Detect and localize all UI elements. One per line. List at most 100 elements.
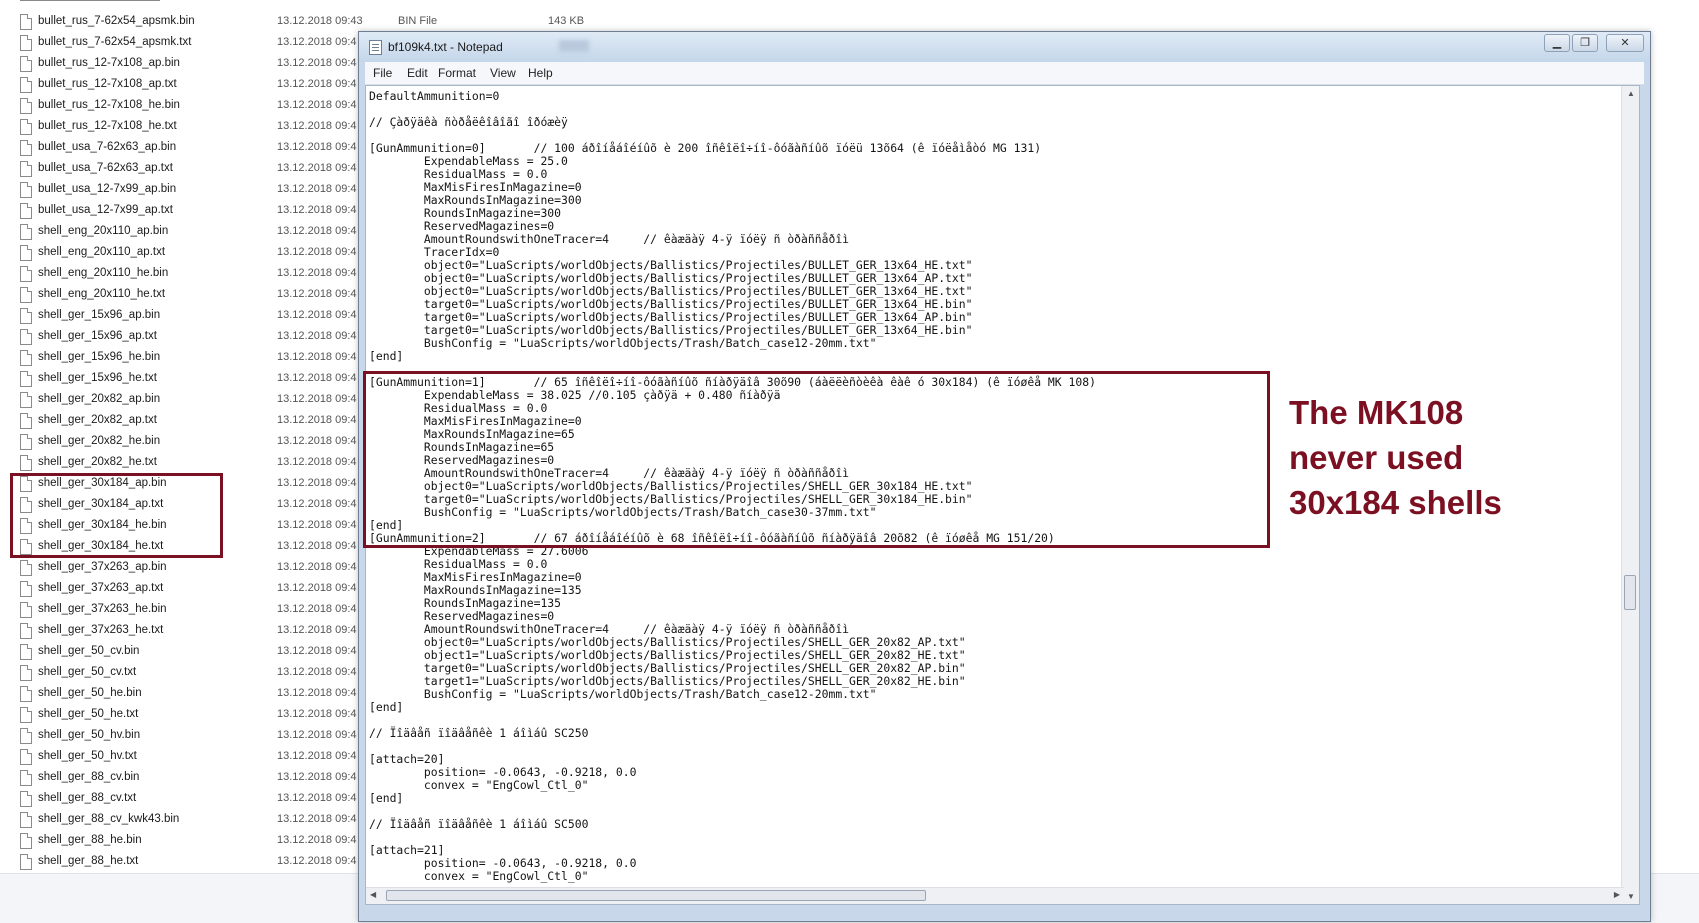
- annotation-line: 30x184 shells: [1289, 484, 1502, 521]
- file-date: 13.12.2018 09:4: [277, 624, 357, 636]
- file-date: 13.12.2018 09:4: [277, 120, 357, 132]
- file-date: 13.12.2018 09:4: [277, 351, 357, 363]
- file-icon: [20, 392, 32, 408]
- file-date: 13.12.2018 09:4: [277, 834, 357, 846]
- file-icon: [20, 707, 32, 723]
- file-icon: [20, 602, 32, 618]
- file-date: 13.12.2018 09:4: [277, 225, 357, 237]
- horizontal-scroll-thumb[interactable]: [386, 890, 926, 901]
- file-row[interactable]: bullet_rus_7-62x54_apsmk.bin 13.12.2018 …: [0, 12, 620, 33]
- file-icon: [20, 245, 32, 261]
- file-icon: [20, 308, 32, 324]
- file-icon: [20, 77, 32, 93]
- notepad-icon: [369, 40, 382, 55]
- file-icon: [20, 161, 32, 177]
- row-cut-off: [20, 0, 160, 4]
- minimize-button[interactable]: ▁: [1544, 34, 1570, 52]
- file-icon: [20, 224, 32, 240]
- scroll-right-arrow-icon[interactable]: ▶: [1614, 890, 1620, 899]
- menu-format[interactable]: Format: [438, 66, 476, 80]
- file-icon: [20, 686, 32, 702]
- menu-view[interactable]: View: [490, 66, 516, 80]
- window-title: bf109k4.txt - Notepad: [388, 40, 503, 54]
- file-name: shell_ger_88_cv_kwk43.bin: [38, 813, 180, 825]
- file-date: 13.12.2018 09:4: [277, 498, 357, 510]
- file-date: 13.12.2018 09:4: [277, 708, 357, 720]
- file-icon: [20, 623, 32, 639]
- file-name: shell_ger_15x96_ap.txt: [38, 330, 157, 342]
- file-name: shell_ger_15x96_ap.bin: [38, 309, 161, 321]
- file-icon: [20, 644, 32, 660]
- scroll-down-arrow-icon[interactable]: ▼: [1627, 892, 1635, 901]
- file-type: BIN File: [398, 15, 438, 27]
- file-date: 13.12.2018 09:4: [277, 309, 357, 321]
- menu-bar: File Edit Format View Help: [365, 62, 1644, 85]
- file-name: bullet_rus_12-7x108_ap.bin: [38, 57, 180, 69]
- file-date: 13.12.2018 09:4: [277, 141, 357, 153]
- file-date: 13.12.2018 09:4: [277, 855, 357, 867]
- file-icon: [20, 560, 32, 576]
- file-name: shell_eng_20x110_ap.bin: [38, 225, 169, 237]
- vertical-scroll-thumb[interactable]: [1624, 575, 1636, 610]
- title-bar[interactable]: bf109k4.txt - Notepad ▁ ❐ ✕: [359, 32, 1650, 62]
- file-date: 13.12.2018 09:43: [277, 15, 363, 27]
- file-name: shell_ger_88_cv.txt: [38, 792, 137, 804]
- file-name: bullet_usa_7-62x63_ap.txt: [38, 162, 173, 174]
- file-name: shell_ger_15x96_he.bin: [38, 351, 161, 363]
- file-icon: [20, 833, 32, 849]
- file-icon: [20, 791, 32, 807]
- file-icon: [20, 812, 32, 828]
- menu-edit[interactable]: Edit: [407, 66, 428, 80]
- file-date: 13.12.2018 09:4: [277, 687, 357, 699]
- file-name: shell_ger_50_he.bin: [38, 687, 142, 699]
- file-date: 13.12.2018 09:4: [277, 99, 357, 111]
- file-name: shell_ger_50_cv.bin: [38, 645, 140, 657]
- scroll-left-arrow-icon[interactable]: ◀: [370, 890, 376, 899]
- file-date: 13.12.2018 09:4: [277, 540, 357, 552]
- file-icon: [20, 350, 32, 366]
- file-name: shell_ger_15x96_he.txt: [38, 372, 157, 384]
- file-date: 13.12.2018 09:4: [277, 246, 357, 258]
- file-date: 13.12.2018 09:4: [277, 729, 357, 741]
- file-date: 13.12.2018 09:4: [277, 456, 357, 468]
- file-icon: [20, 14, 32, 30]
- file-date: 13.12.2018 09:4: [277, 78, 357, 90]
- blurred-title-area: [559, 40, 589, 52]
- file-date: 13.12.2018 09:4: [277, 393, 357, 405]
- scroll-up-arrow-icon[interactable]: ▲: [1627, 89, 1635, 98]
- file-icon: [20, 434, 32, 450]
- horizontal-scrollbar[interactable]: ◀ ▶: [366, 887, 1624, 904]
- close-button[interactable]: ✕: [1606, 34, 1644, 52]
- file-date: 13.12.2018 09:4: [277, 162, 357, 174]
- maximize-button[interactable]: ❐: [1572, 34, 1598, 52]
- file-date: 13.12.2018 09:4: [277, 582, 357, 594]
- file-date: 13.12.2018 09:4: [277, 603, 357, 615]
- file-date: 13.12.2018 09:4: [277, 750, 357, 762]
- file-name: shell_eng_20x110_ap.txt: [38, 246, 166, 258]
- file-icon: [20, 266, 32, 282]
- file-icon: [20, 203, 32, 219]
- file-date: 13.12.2018 09:4: [277, 372, 357, 384]
- file-name: bullet_usa_12-7x99_ap.txt: [38, 204, 173, 216]
- annotation-text: The MK108 never used 30x184 shells: [1289, 390, 1669, 525]
- file-name: bullet_rus_7-62x54_apsmk.bin: [38, 15, 195, 27]
- file-icon: [20, 119, 32, 135]
- file-name: bullet_rus_7-62x54_apsmk.txt: [38, 36, 192, 48]
- menu-help[interactable]: Help: [528, 66, 553, 80]
- file-date: 13.12.2018 09:4: [277, 57, 357, 69]
- file-date: 13.12.2018 09:4: [277, 414, 357, 426]
- file-name: bullet_usa_12-7x99_ap.bin: [38, 183, 177, 195]
- file-name: bullet_rus_12-7x108_ap.txt: [38, 78, 177, 90]
- menu-file[interactable]: File: [373, 66, 392, 80]
- file-name: shell_ger_50_he.txt: [38, 708, 139, 720]
- file-icon: [20, 854, 32, 870]
- file-date: 13.12.2018 09:4: [277, 288, 357, 300]
- file-icon: [20, 413, 32, 429]
- file-name: shell_ger_50_cv.txt: [38, 666, 137, 678]
- file-date: 13.12.2018 09:4: [277, 435, 357, 447]
- file-date: 13.12.2018 09:4: [277, 771, 357, 783]
- file-name: shell_eng_20x110_he.bin: [38, 267, 169, 279]
- file-name: shell_ger_37x263_he.bin: [38, 603, 167, 615]
- file-icon: [20, 581, 32, 597]
- file-name: shell_ger_37x263_ap.txt: [38, 582, 164, 594]
